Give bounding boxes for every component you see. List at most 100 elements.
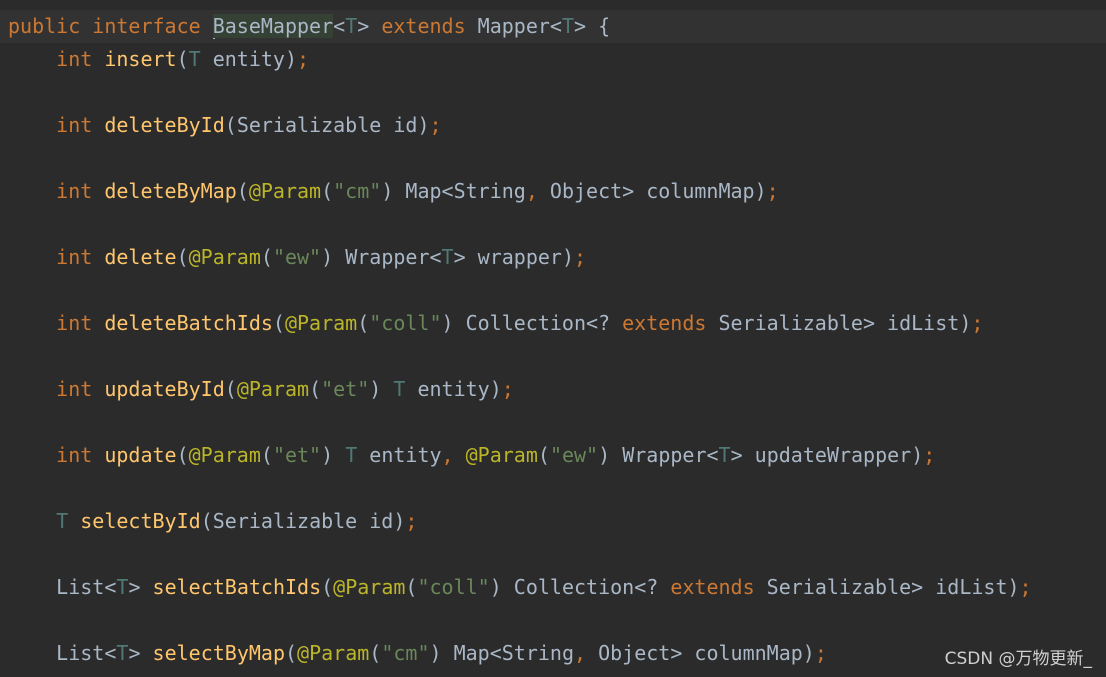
code-token: extends bbox=[622, 311, 707, 335]
code-token: , bbox=[574, 641, 587, 665]
code-token: ( bbox=[369, 641, 382, 665]
code-token: deleteByMap bbox=[104, 179, 237, 203]
code-token: selectBatchIds bbox=[152, 575, 322, 599]
code-token: ) bbox=[417, 113, 430, 137]
code-token: extends bbox=[670, 575, 755, 599]
code-token: ) bbox=[561, 245, 574, 269]
code-token: Object> columnMap bbox=[537, 179, 755, 203]
code-token: @Param bbox=[236, 377, 310, 401]
code-line[interactable]: int insert(T entity); bbox=[0, 43, 309, 76]
code-line[interactable]: int delete(@Param("ew") Wrapper<T> wrapp… bbox=[0, 241, 586, 274]
code-token: ) bbox=[284, 47, 298, 71]
code-token: ) bbox=[321, 443, 334, 467]
code-token: { bbox=[598, 14, 611, 38]
code-token: , bbox=[441, 443, 454, 467]
code-token: int bbox=[56, 443, 93, 467]
code-token: ( bbox=[284, 641, 298, 665]
code-token: ( bbox=[272, 311, 285, 335]
code-token: update bbox=[104, 443, 177, 467]
code-token: T bbox=[56, 509, 69, 533]
code-token: delete bbox=[104, 245, 177, 269]
code-token: @Param bbox=[188, 443, 261, 467]
code-token: int bbox=[56, 113, 93, 137]
code-token: public bbox=[8, 14, 81, 38]
code-token: ( bbox=[200, 509, 213, 533]
code-token: int bbox=[56, 47, 93, 71]
code-token: T bbox=[393, 377, 406, 401]
code-token: ; bbox=[501, 377, 514, 401]
code-token: "cm" bbox=[333, 179, 382, 203]
code-token: ( bbox=[321, 179, 334, 203]
code-token: extends bbox=[381, 14, 466, 38]
code-token: ( bbox=[260, 443, 273, 467]
code-token: < bbox=[549, 14, 562, 38]
code-line[interactable]: int deleteById(Serializable id); bbox=[0, 109, 442, 142]
code-line[interactable]: T selectById(Serializable id); bbox=[0, 505, 417, 538]
code-token: > bbox=[574, 14, 587, 38]
code-token: ) bbox=[429, 641, 442, 665]
code-token: @Param bbox=[248, 179, 322, 203]
code-token: @Param bbox=[297, 641, 370, 665]
code-token: ; bbox=[971, 311, 984, 335]
code-token: ( bbox=[405, 575, 418, 599]
code-token: ( bbox=[176, 47, 189, 71]
code-token: deleteBatchIds bbox=[104, 311, 273, 335]
code-line[interactable]: int deleteBatchIds(@Param("coll") Collec… bbox=[0, 307, 983, 340]
code-token: Collection<? bbox=[501, 575, 671, 599]
code-line[interactable]: public interface BaseMapper<T> extends M… bbox=[0, 10, 1106, 43]
code-token: ; bbox=[405, 509, 418, 533]
code-token: T bbox=[345, 14, 358, 38]
code-line[interactable]: int update(@Param("et") T entity, @Param… bbox=[0, 439, 935, 472]
code-token: Wrapper< bbox=[333, 245, 442, 269]
code-token: ) bbox=[489, 377, 502, 401]
code-line[interactable]: List<T> selectByMap(@Param("cm") Map<Str… bbox=[0, 637, 827, 670]
code-token: ( bbox=[309, 377, 322, 401]
code-token: "ew" bbox=[549, 443, 599, 467]
code-token: ( bbox=[357, 311, 370, 335]
code-token: Map<String bbox=[441, 641, 574, 665]
code-line[interactable]: int updateById(@Param("et") T entity); bbox=[0, 373, 514, 406]
code-line[interactable]: List<T> selectBatchIds(@Param("coll") Co… bbox=[0, 571, 1031, 604]
code-token: ( bbox=[176, 245, 189, 269]
code-token: @Param bbox=[333, 575, 406, 599]
code-token: > bbox=[128, 641, 153, 665]
code-token: ( bbox=[236, 179, 249, 203]
code-token: ( bbox=[224, 377, 237, 401]
code-line[interactable]: int deleteByMap(@Param("cm") Map<String,… bbox=[0, 175, 779, 208]
code-token: ; bbox=[429, 113, 442, 137]
code-editor[interactable]: public interface BaseMapper<T> extends M… bbox=[0, 0, 1106, 677]
code-token: ( bbox=[176, 443, 189, 467]
code-token: T bbox=[188, 47, 201, 71]
code-token: ) bbox=[1007, 575, 1020, 599]
code-token: ) bbox=[489, 575, 502, 599]
code-token: ; bbox=[766, 179, 779, 203]
code-token: > updateWrapper bbox=[730, 443, 912, 467]
code-token: ) bbox=[911, 443, 924, 467]
code-token: Serializable> idList bbox=[706, 311, 960, 335]
code-token: ) bbox=[802, 641, 815, 665]
code-token: , bbox=[525, 179, 538, 203]
code-token: T bbox=[116, 575, 129, 599]
code-token: List< bbox=[56, 575, 117, 599]
code-token: @Param bbox=[188, 245, 261, 269]
code-token: Serializable id bbox=[212, 509, 394, 533]
code-token: int bbox=[56, 245, 93, 269]
code-token: interface bbox=[92, 14, 201, 38]
code-token: T bbox=[441, 245, 454, 269]
code-token: ( bbox=[260, 245, 273, 269]
code-token: ) bbox=[393, 509, 406, 533]
